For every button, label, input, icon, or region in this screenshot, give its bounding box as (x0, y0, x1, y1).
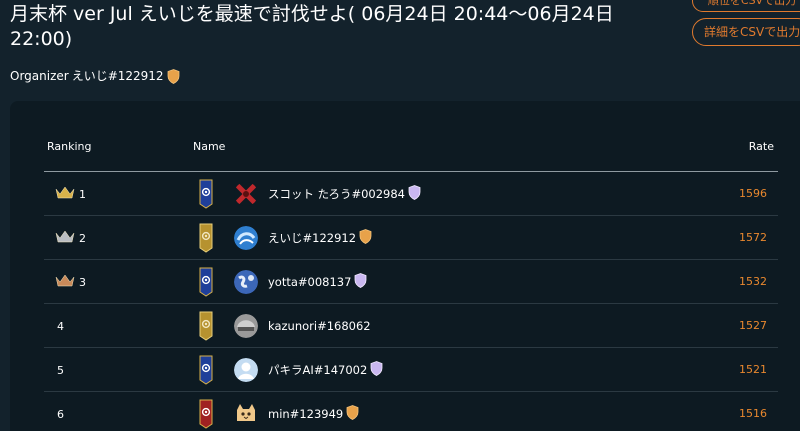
rank-number: 5 (57, 363, 64, 377)
rank-number: 4 (57, 319, 64, 333)
shield-lilac-icon (370, 361, 383, 379)
league-banner-blue-icon (199, 179, 213, 209)
table-row[interactable]: 3 yotta#008137 1532 (44, 260, 778, 304)
player-name-text[interactable]: えいじ#122912 (268, 230, 356, 246)
shield-orange-icon (359, 229, 372, 247)
table-row[interactable]: 1 スコット たろう#002984 1596 (44, 172, 778, 216)
organizer: Organizer えいじ#122912 (10, 67, 180, 85)
shield-orange-icon (346, 405, 359, 423)
rank-number: 2 (79, 231, 86, 245)
rank-cell: 5 (55, 348, 64, 392)
rate-value: 1521 (739, 363, 767, 376)
rate-value: 1516 (739, 407, 767, 420)
avatar[interactable] (234, 402, 258, 426)
rank-number: 3 (79, 275, 86, 289)
shield-lilac-icon (354, 273, 367, 291)
avatar[interactable] (234, 226, 258, 250)
shield-orange-icon (167, 68, 179, 84)
header-name: Name (193, 140, 226, 153)
rank-cell: 4 (55, 304, 64, 348)
rank-number: 1 (79, 187, 86, 201)
player-name-text[interactable]: min#123949 (268, 407, 343, 421)
export-detail-csv-button[interactable]: 詳細をCSVで出力 (692, 18, 800, 46)
rank-cell: 2 (55, 216, 86, 260)
player-name-text[interactable]: パキラAI#147002 (268, 362, 367, 378)
player-name[interactable]: えいじ#122912 (268, 216, 372, 260)
header-rate: Rate (748, 140, 774, 153)
league-banner-gold-icon (199, 223, 213, 253)
header-ranking: Ranking (47, 140, 92, 153)
crown-silver-icon (55, 230, 75, 246)
crown-gold-icon (55, 186, 75, 202)
rate-value: 1527 (739, 319, 767, 332)
organizer-label: Organizer (10, 69, 69, 83)
shield-lilac-icon (408, 185, 421, 203)
player-name[interactable]: パキラAI#147002 (268, 348, 383, 392)
player-name-text[interactable]: スコット たろう#002984 (268, 186, 405, 202)
rate-value: 1572 (739, 231, 767, 244)
player-name[interactable]: yotta#008137 (268, 260, 367, 304)
league-banner-red-icon (199, 399, 213, 429)
player-name[interactable]: min#123949 (268, 392, 359, 431)
table-row[interactable]: 2 えいじ#122912 1572 (44, 216, 778, 260)
export-ranking-csv-button[interactable]: 順位をCSVで出力 (692, 0, 800, 12)
organizer-name[interactable]: えいじ#122912 (72, 67, 164, 85)
avatar[interactable] (234, 182, 258, 206)
rate-value: 1596 (739, 187, 767, 200)
rank-cell: 6 (55, 392, 64, 431)
player-name[interactable]: kazunori#168062 (268, 304, 371, 348)
rank-cell: 1 (55, 172, 86, 216)
avatar[interactable] (234, 314, 258, 338)
league-banner-blue-icon (199, 267, 213, 297)
table-row[interactable]: 5 パキラAI#147002 1521 (44, 348, 778, 392)
player-name-text[interactable]: kazunori#168062 (268, 319, 371, 333)
avatar[interactable] (234, 270, 258, 294)
rate-value: 1532 (739, 275, 767, 288)
rank-cell: 3 (55, 260, 86, 304)
league-banner-gold-icon (199, 311, 213, 341)
table-row[interactable]: 6 min#123949 1516 (44, 392, 778, 431)
league-banner-blue-icon (199, 355, 213, 385)
ranking-table-header: Ranking Name Rate (44, 130, 778, 172)
avatar[interactable] (234, 358, 258, 382)
table-row[interactable]: 4 kazunori#168062 1527 (44, 304, 778, 348)
player-name-text[interactable]: yotta#008137 (268, 275, 351, 289)
page-title: 月末杯 ver Jul えいじを最速で討伐せよ( 06月24日 20:44～06… (10, 3, 614, 50)
rank-number: 6 (57, 407, 64, 421)
crown-bronze-icon (55, 274, 75, 290)
player-name[interactable]: スコット たろう#002984 (268, 172, 421, 216)
